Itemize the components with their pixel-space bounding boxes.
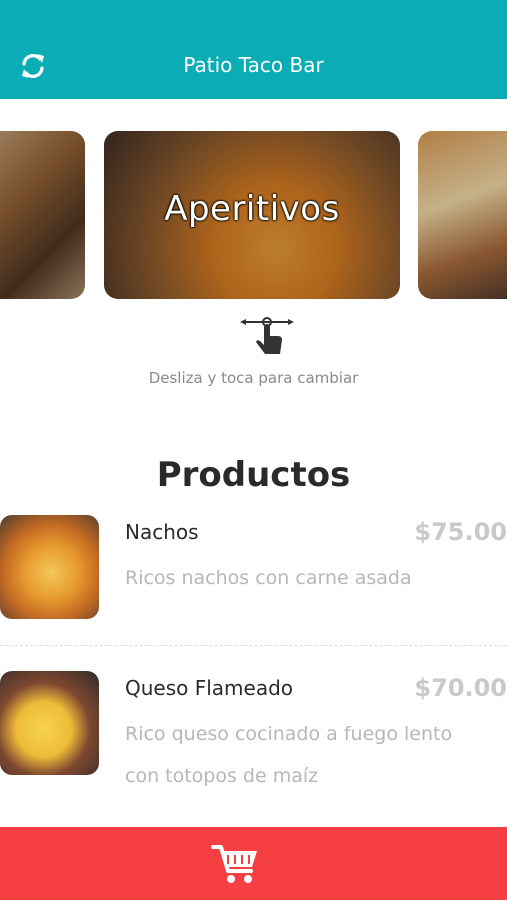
product-item[interactable]: Queso Flameado $70.00 Rico queso cocinad… — [0, 671, 507, 811]
carousel-hint: Desliza y toca para cambiar — [148, 369, 359, 387]
product-name: Nachos — [125, 520, 199, 544]
app-title: Patio Taco Bar — [183, 53, 324, 77]
product-price: $70.00 — [414, 674, 507, 702]
category-card-current[interactable]: Aperitivos — [104, 131, 400, 299]
category-label: Aperitivos — [164, 189, 340, 229]
section-title: Productos — [156, 455, 351, 495]
divider — [0, 645, 507, 646]
product-name: Queso Flameado — [125, 676, 294, 700]
category-card-prev[interactable] — [0, 131, 85, 299]
product-description: Rico queso cocinado a fuego lento con to… — [125, 723, 453, 787]
app-header: Patio Taco Bar — [0, 0, 507, 99]
product-item[interactable]: Nachos $75.00 Ricos nachos con carne asa… — [0, 515, 507, 625]
product-image — [0, 671, 99, 775]
swipe-gesture-icon — [240, 317, 294, 354]
category-card-next[interactable] — [418, 131, 507, 299]
cart-icon[interactable] — [211, 841, 259, 885]
product-image — [0, 515, 99, 619]
category-carousel[interactable]: Aperitivos — [0, 131, 507, 299]
product-price: $75.00 — [414, 518, 507, 546]
product-description: Ricos nachos con carne asada — [125, 567, 412, 589]
